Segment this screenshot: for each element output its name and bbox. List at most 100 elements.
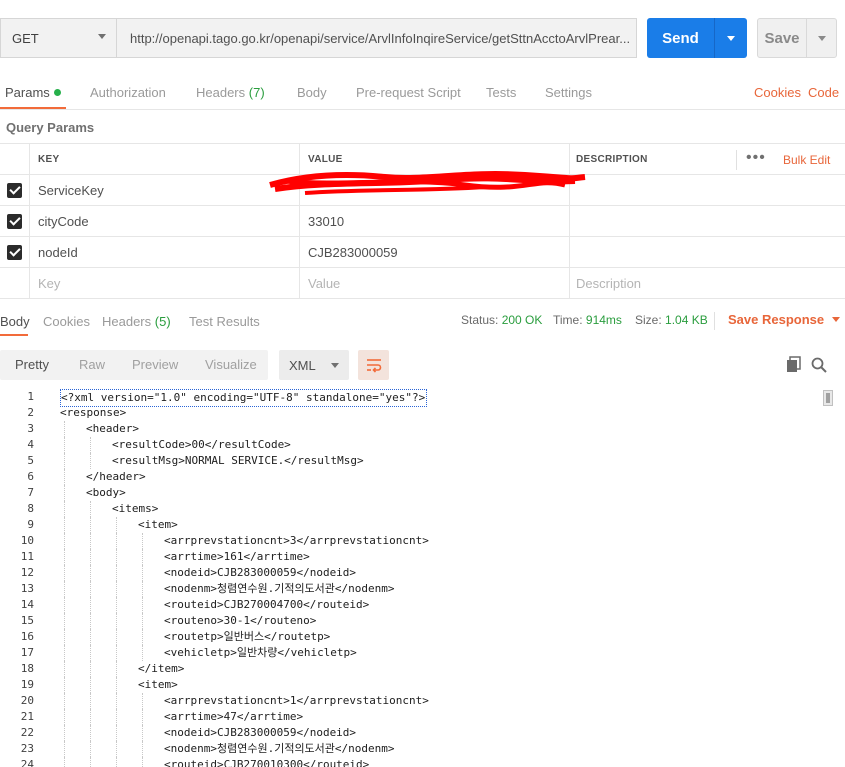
- send-label: Send: [662, 29, 699, 47]
- method-select[interactable]: GET: [0, 18, 116, 58]
- indent-guide: [64, 661, 65, 677]
- code-line: 20 <arrprevstationcnt>1</arrprevstationcn…: [0, 693, 845, 709]
- search-icon[interactable]: [810, 356, 828, 374]
- code-text: <routeid>CJB270010300</routeid>: [164, 758, 370, 767]
- param-description-input[interactable]: [570, 175, 845, 205]
- indent-guide: [90, 709, 91, 725]
- indent-guide: [64, 469, 65, 485]
- save-response-label: Save Response: [728, 312, 825, 327]
- param-key-input[interactable]: cityCode: [30, 206, 300, 236]
- tab-response-headers[interactable]: Headers (5): [102, 314, 171, 329]
- code-text: <routetp>일반버스</routetp>: [164, 630, 331, 643]
- code-text: <routeid>CJB270004700</routeid>: [164, 598, 370, 611]
- send-button[interactable]: Send: [647, 18, 747, 58]
- status-readout: Status: 200 OK: [461, 313, 542, 327]
- chevron-down-icon: [331, 363, 339, 368]
- param-value-input[interactable]: CJB283000059: [300, 237, 570, 267]
- tab-prerequest-script[interactable]: Pre-request Script: [356, 85, 461, 100]
- tab-test-results[interactable]: Test Results: [189, 314, 260, 329]
- indent-guide: [142, 757, 143, 767]
- code-text: <nodeid>CJB283000059</nodeid>: [164, 726, 357, 739]
- checkbox-checked[interactable]: [7, 182, 22, 198]
- query-params-title: Query Params: [6, 120, 95, 135]
- save-options-dropdown[interactable]: [807, 35, 836, 41]
- cookies-link[interactable]: Cookies: [754, 85, 801, 100]
- line-number: 17: [20, 646, 34, 659]
- indent-guide: [90, 677, 91, 693]
- indent-guide: [90, 741, 91, 757]
- tab-body[interactable]: Body: [297, 85, 327, 100]
- save-response-button[interactable]: Save Response: [728, 312, 841, 327]
- mode-visualize[interactable]: Visualize: [205, 357, 257, 372]
- param-description-input[interactable]: [570, 206, 845, 236]
- indent-guide: [90, 437, 91, 453]
- headers-count: (7): [248, 85, 265, 100]
- indent-guide: [64, 741, 65, 757]
- code-line: 22 <nodeid>CJB283000059</nodeid>: [0, 725, 845, 741]
- more-options-icon[interactable]: •••: [746, 150, 766, 166]
- param-key-input[interactable]: ServiceKey: [30, 175, 300, 205]
- editor-scrollbar-thumb[interactable]: [823, 390, 833, 406]
- checkbox-checked[interactable]: [7, 213, 22, 229]
- new-value-input[interactable]: Value: [300, 268, 570, 298]
- indent-guide: [64, 549, 65, 565]
- tab-response-body[interactable]: Body: [0, 314, 30, 329]
- row-check-cell: [0, 268, 30, 298]
- line-number: 10: [20, 534, 34, 547]
- mode-preview[interactable]: Preview: [132, 357, 178, 372]
- code-line: 21 <arrtime>47</arrtime>: [0, 709, 845, 725]
- mode-pretty[interactable]: Pretty: [15, 357, 49, 372]
- format-select[interactable]: XML: [279, 350, 349, 380]
- wrap-lines-icon: [366, 359, 381, 373]
- mode-raw[interactable]: Raw: [79, 357, 105, 372]
- tab-params[interactable]: Params: [5, 85, 61, 100]
- url-input[interactable]: http://openapi.tago.go.kr/openapi/servic…: [116, 18, 637, 58]
- status-label: Status:: [461, 313, 499, 327]
- tab-response-cookies[interactable]: Cookies: [43, 314, 90, 329]
- indent-guide: [116, 565, 117, 581]
- new-description-input[interactable]: Description: [570, 268, 845, 298]
- indent-guide: [142, 533, 143, 549]
- tab-headers[interactable]: Headers (7): [196, 85, 265, 100]
- code-text: <vehicletp>일반차량</vehicletp>: [164, 646, 357, 659]
- tab-settings[interactable]: Settings: [545, 85, 592, 100]
- param-key-input[interactable]: nodeId: [30, 237, 300, 267]
- code-link[interactable]: Code: [808, 85, 839, 100]
- code-line: 24 <routeid>CJB270010300</routeid>: [0, 757, 845, 767]
- time-label: Time:: [553, 313, 583, 327]
- param-value-input[interactable]: 33010: [300, 206, 570, 236]
- indent-guide: [64, 517, 65, 533]
- tab-tests[interactable]: Tests: [486, 85, 516, 100]
- response-headers-count: (5): [154, 314, 171, 329]
- line-number: 21: [20, 710, 34, 723]
- format-label: XML: [289, 357, 316, 373]
- new-key-input[interactable]: Key: [30, 268, 300, 298]
- save-button[interactable]: Save: [757, 18, 837, 58]
- code-text: <resultMsg>NORMAL SERVICE.</resultMsg>: [112, 454, 364, 467]
- copy-icon[interactable]: [785, 356, 803, 374]
- indent-guide: [90, 597, 91, 613]
- param-value-input[interactable]: [269, 171, 586, 205]
- response-code-editor[interactable]: 1 <?xml version="1.0" encoding="UTF-8" st…: [0, 389, 845, 767]
- indent-guide: [116, 741, 117, 757]
- bulk-edit-link[interactable]: Bulk Edit: [783, 153, 830, 167]
- indent-guide: [90, 693, 91, 709]
- checkbox-checked[interactable]: [7, 244, 22, 260]
- time-value: 914ms: [585, 313, 622, 327]
- line-number: 3: [27, 422, 34, 435]
- wrap-lines-button[interactable]: [358, 350, 389, 380]
- code-text: <arrprevstationcnt>1</arrprevstationcnt>: [164, 694, 429, 707]
- send-options-dropdown[interactable]: [715, 35, 747, 41]
- indent-guide: [116, 725, 117, 741]
- indent-guide: [116, 709, 117, 725]
- code-line: 18 </item>: [0, 661, 845, 677]
- param-description-input[interactable]: [570, 237, 845, 267]
- code-line: 16 <routetp>일반버스</routetp>: [0, 629, 845, 645]
- indent-guide: [116, 517, 117, 533]
- indent-guide: [142, 613, 143, 629]
- indent-guide: [64, 709, 65, 725]
- code-text: <item>: [138, 518, 178, 531]
- indent-guide: [116, 693, 117, 709]
- line-number: 14: [20, 598, 34, 611]
- tab-authorization[interactable]: Authorization: [90, 85, 166, 100]
